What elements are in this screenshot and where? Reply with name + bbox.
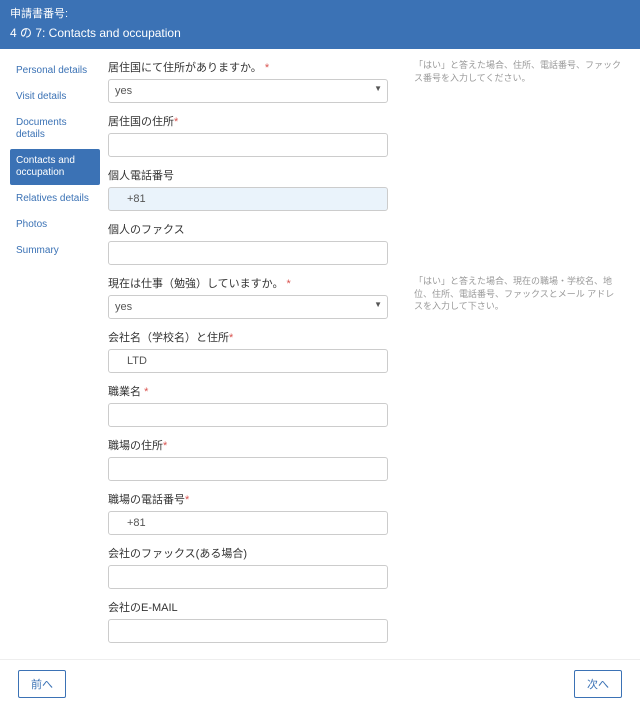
working-hint: 「はい」と答えた場合、現在の職場・学校名、地位、住所、電話番号、ファックスとメー…	[402, 275, 622, 313]
sidebar-item-documents-details[interactable]: Documents details	[10, 111, 100, 147]
prev-button[interactable]: 前へ	[18, 670, 66, 698]
footer-nav: 前へ 次へ	[0, 659, 640, 708]
personal-phone-input[interactable]	[108, 187, 388, 211]
form-main: 居住国にて住所がありますか。 * yes 「はい」と答えた場合、住所、電話番号、…	[100, 59, 630, 653]
personal-fax-input[interactable]	[108, 241, 388, 265]
page-header: 申請書番号: 4 の 7: Contacts and occupation	[0, 0, 640, 49]
home-address-label: 居住国の住所*	[108, 113, 622, 129]
work-fax-input[interactable]	[108, 565, 388, 589]
home-address-input[interactable]	[108, 133, 388, 157]
work-phone-label: 職場の電話番号*	[108, 491, 622, 507]
company-name-label: 会社名（学校名）と住所*	[108, 329, 622, 345]
next-button[interactable]: 次へ	[574, 670, 622, 698]
working-select[interactable]: yes	[108, 295, 388, 319]
has-address-label: 居住国にて住所がありますか。 *	[108, 59, 402, 75]
job-title-input[interactable]	[108, 403, 388, 427]
sidebar-item-relatives-details[interactable]: Relatives details	[10, 187, 100, 211]
work-email-input[interactable]	[108, 619, 388, 643]
application-number-label: 申請書番号:	[10, 5, 630, 21]
company-name-input[interactable]	[108, 349, 388, 373]
personal-fax-label: 個人のファクス	[108, 221, 622, 237]
steps-sidebar: Personal details Visit details Documents…	[10, 59, 100, 653]
has-address-hint: 「はい」と答えた場合、住所、電話番号、ファックス番号を入力してください。	[402, 59, 622, 84]
personal-phone-label: 個人電話番号	[108, 167, 622, 183]
step-title: 4 の 7: Contacts and occupation	[10, 24, 630, 41]
sidebar-item-contacts-occupation[interactable]: Contacts and occupation	[10, 149, 100, 185]
working-label: 現在は仕事（勉強）していますか。 *	[108, 275, 402, 291]
sidebar-item-personal-details[interactable]: Personal details	[10, 59, 100, 83]
work-address-input[interactable]	[108, 457, 388, 481]
work-phone-input[interactable]	[108, 511, 388, 535]
has-address-select[interactable]: yes	[108, 79, 388, 103]
sidebar-item-visit-details[interactable]: Visit details	[10, 85, 100, 109]
work-email-label: 会社のE-MAIL	[108, 599, 622, 615]
job-title-label: 職業名 *	[108, 383, 622, 399]
sidebar-item-summary[interactable]: Summary	[10, 239, 100, 263]
work-address-label: 職場の住所*	[108, 437, 622, 453]
sidebar-item-photos[interactable]: Photos	[10, 213, 100, 237]
work-fax-label: 会社のファックス(ある場合)	[108, 545, 622, 561]
